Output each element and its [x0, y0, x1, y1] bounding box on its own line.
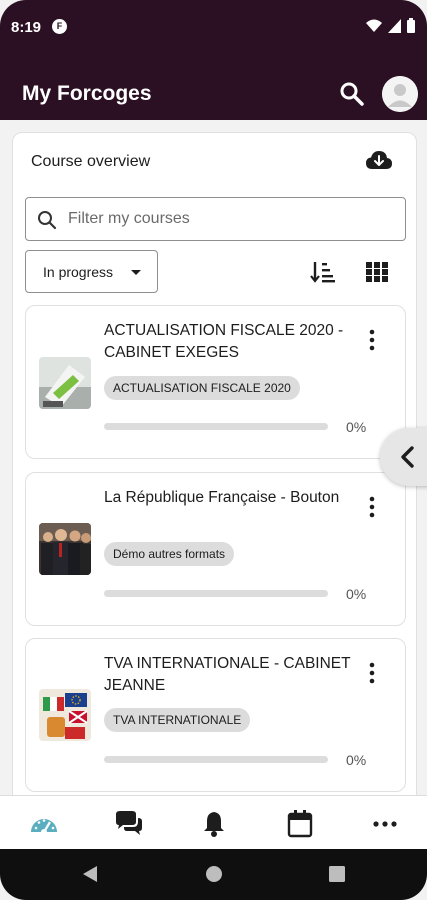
- course-title[interactable]: La République Française - Bouton: [104, 487, 359, 509]
- sort-icon[interactable]: [310, 259, 336, 285]
- cloud-download-icon[interactable]: [365, 149, 393, 173]
- more-vertical-icon[interactable]: [366, 495, 378, 519]
- calendar-icon[interactable]: [285, 810, 315, 838]
- course-title[interactable]: TVA INTERNATIONALE - CABINET JEANNE: [104, 653, 359, 697]
- notifications-icon[interactable]: [199, 810, 229, 838]
- course-overview-title: Course overview: [31, 153, 151, 170]
- course-progress-label: 0%: [346, 586, 367, 602]
- course-progress-bar: [104, 590, 328, 597]
- battery-icon: [407, 18, 415, 33]
- signal-icon: [388, 18, 401, 33]
- bottom-navigation: [0, 795, 427, 849]
- course-image: [39, 689, 91, 741]
- user-icon: [382, 76, 418, 112]
- chevron-left-icon: [401, 446, 414, 468]
- course-category-badge: TVA INTERNATIONALE: [104, 708, 251, 732]
- home-icon[interactable]: [205, 865, 223, 883]
- search-icon: [38, 211, 57, 230]
- course-title[interactable]: ACTUALISATION FISCALE 2020 - CABINET EXE…: [104, 320, 359, 364]
- wifi-icon: [366, 19, 382, 32]
- course-category-badge: Démo autres formats: [104, 542, 235, 566]
- recents-icon[interactable]: [328, 865, 346, 883]
- app-title: My Forcoges: [22, 82, 152, 105]
- chevron-down-icon: [131, 270, 141, 275]
- course-progress-bar: [104, 756, 328, 763]
- status-indicators: [366, 18, 415, 33]
- app-bar: My Forcoges: [0, 58, 427, 120]
- course-card[interactable]: TVA INTERNATIONALE - CABINET JEANNE TVA …: [25, 638, 406, 792]
- content-area: Course overview In progress: [0, 120, 427, 795]
- more-icon[interactable]: [370, 810, 400, 838]
- status-time: 8:19: [11, 19, 42, 36]
- messages-icon[interactable]: [114, 810, 144, 838]
- course-image: [39, 523, 91, 575]
- course-progress-label: 0%: [346, 419, 367, 435]
- course-card[interactable]: La République Française - Bouton Démo au…: [25, 472, 406, 626]
- user-avatar[interactable]: [382, 76, 418, 112]
- search-icon[interactable]: [338, 80, 366, 108]
- course-overview-block: Course overview In progress: [12, 132, 417, 795]
- filter-courses-input[interactable]: [68, 198, 398, 240]
- course-progress-label: 0%: [346, 752, 367, 768]
- course-category-badge: ACTUALISATION FISCALE 2020: [104, 376, 300, 400]
- grid-view-icon[interactable]: [365, 260, 389, 284]
- more-vertical-icon[interactable]: [366, 328, 378, 352]
- status-bar: 8:19 F: [0, 0, 427, 58]
- course-progress-bar: [104, 423, 328, 430]
- more-vertical-icon[interactable]: [366, 661, 378, 685]
- course-image: [39, 357, 91, 409]
- course-card[interactable]: ACTUALISATION FISCALE 2020 - CABINET EXE…: [25, 305, 406, 459]
- progress-filter-value: In progress: [43, 264, 114, 280]
- notification-app-icon: F: [52, 19, 67, 34]
- progress-filter-select[interactable]: In progress: [25, 250, 158, 293]
- system-navigation-bar: [0, 849, 427, 900]
- back-icon[interactable]: [81, 865, 99, 883]
- course-filter-field[interactable]: [25, 197, 406, 241]
- dashboard-icon[interactable]: [29, 810, 59, 838]
